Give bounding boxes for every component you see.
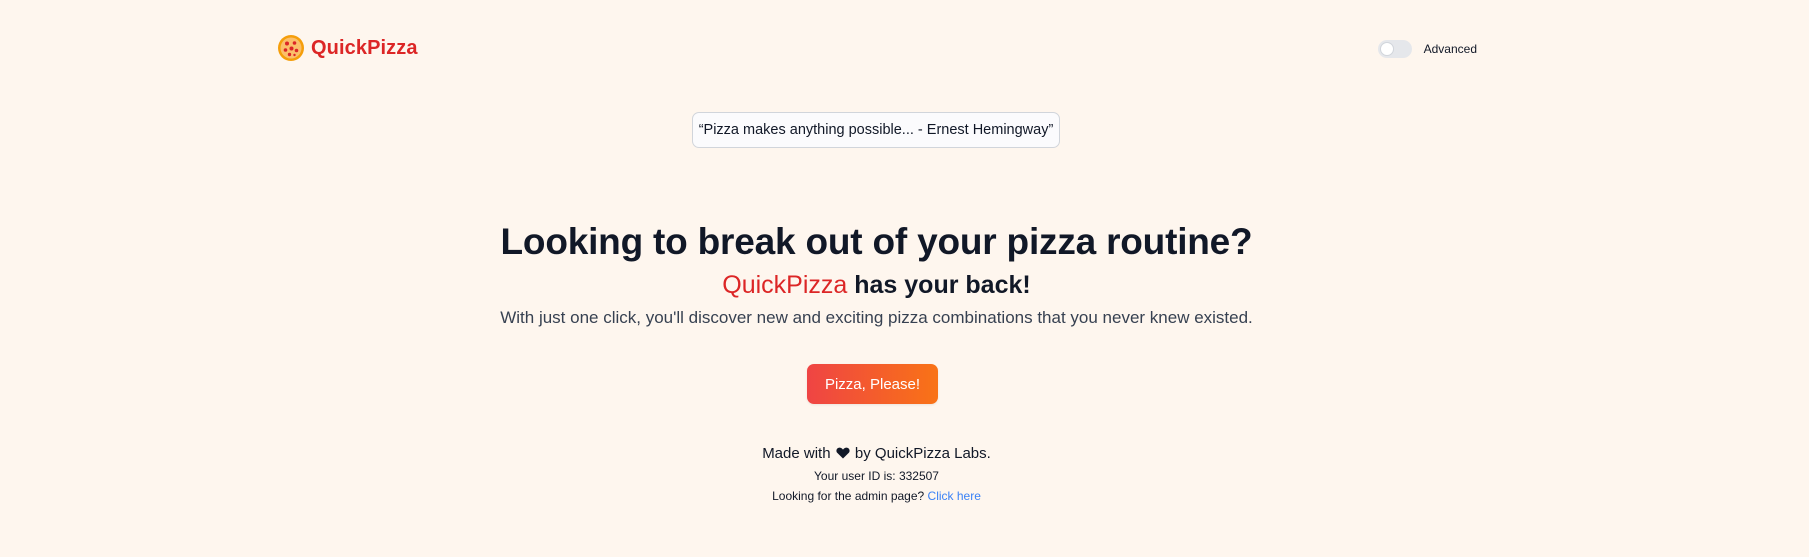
home-logo-link[interactable]: QuickPizza xyxy=(277,34,418,62)
advanced-toggle-label: Advanced xyxy=(1423,42,1477,56)
site-header: QuickPizza Advanced xyxy=(277,34,1477,66)
hero-subtitle: QuickPizza has your back! xyxy=(0,268,1753,302)
made-with-prefix: Made with xyxy=(762,445,835,462)
advanced-toggle[interactable] xyxy=(1377,40,1412,58)
user-id-text: Your user ID is: 332507 xyxy=(814,469,939,483)
hero-subtitle-rest: has your back! xyxy=(847,271,1031,299)
toggle-knob xyxy=(1379,42,1394,56)
hero-description: With just one click, you'll discover new… xyxy=(500,308,1253,327)
heart-icon xyxy=(836,444,850,459)
admin-page-link[interactable]: Click here xyxy=(928,489,981,503)
made-with-text: Made with by QuickPizza Labs. xyxy=(0,443,1753,465)
pizza-icon xyxy=(277,34,305,62)
admin-prompt-line: Looking for the admin page? Click here xyxy=(0,486,1753,506)
admin-prompt-text: Looking for the admin page? xyxy=(772,489,928,503)
advanced-toggle-group: Advanced xyxy=(1377,40,1477,58)
pizza-please-button[interactable]: Pizza, Please! xyxy=(807,364,938,404)
brand-name: QuickPizza xyxy=(311,36,418,59)
hero-section: Looking to break out of your pizza routi… xyxy=(0,218,1753,331)
hero-title: Looking to break out of your pizza routi… xyxy=(500,221,1253,262)
page-footer: Made with by QuickPizza Labs. Your user … xyxy=(0,443,1753,506)
quote-box: “Pizza makes anything possible... - Erne… xyxy=(692,112,1060,148)
hero-subtitle-brand: QuickPizza xyxy=(722,271,848,299)
made-with-suffix: by QuickPizza Labs. xyxy=(850,445,991,462)
